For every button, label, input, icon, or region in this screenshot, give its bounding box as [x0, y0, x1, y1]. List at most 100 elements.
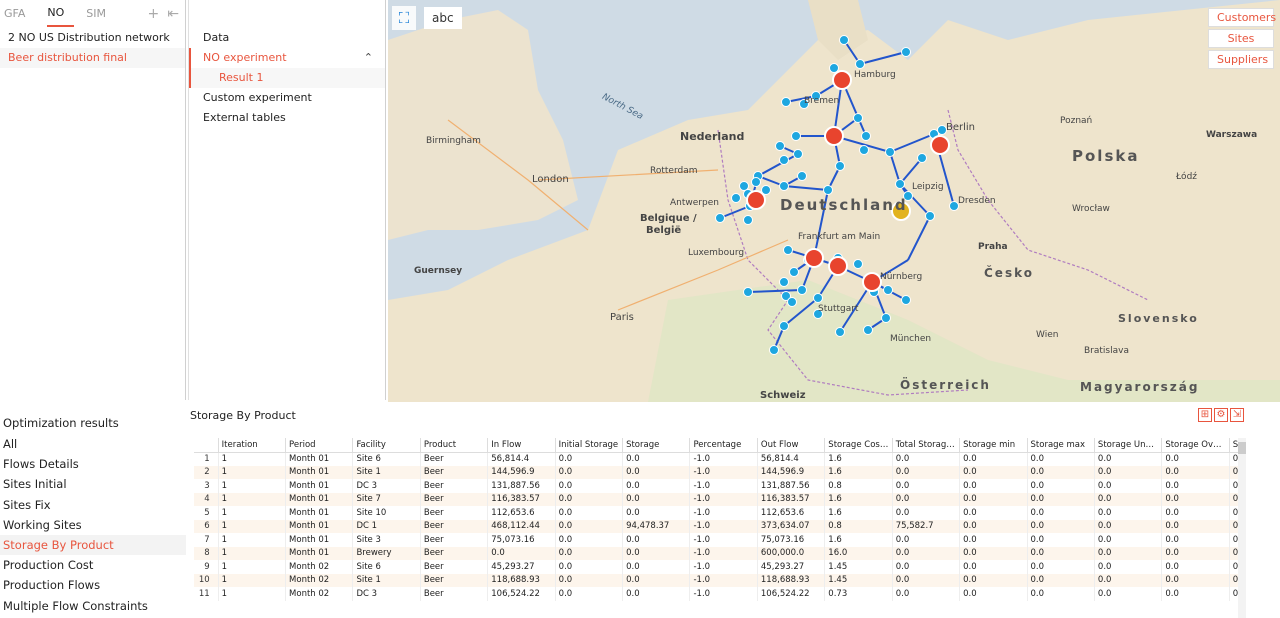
customer-node — [859, 145, 869, 155]
tree-item-external-tables[interactable]: External tables — [189, 108, 385, 128]
column-header[interactable]: Storage Over C... — [1161, 438, 1230, 453]
label-leipzig: Leipzig — [912, 182, 944, 192]
customer-node — [853, 259, 863, 269]
export-icon[interactable]: ⇲ — [1230, 408, 1244, 422]
table-cell: 0.0 — [555, 506, 624, 520]
table-cell: 0.0 — [555, 479, 624, 493]
customer-node — [715, 213, 725, 223]
table-row[interactable]: 8 1 Month 01 Brewery Beer 0.0 0.0 0.0 -1.0 600,00… — [194, 546, 1240, 560]
table-row[interactable]: 10 1 Month 02 Site 1 Beer 118,688.93 0.0 0.0 -1.… — [194, 573, 1240, 587]
table-cell: 1.6 — [824, 506, 893, 520]
nav-item-sites-fix[interactable]: Sites Fix — [0, 495, 186, 515]
column-header[interactable]: Percentage — [689, 438, 758, 453]
legend-customers-button[interactable]: Customers — [1208, 8, 1276, 27]
table-cell: 1.45 — [824, 560, 893, 574]
customer-node — [885, 147, 895, 157]
table-row[interactable]: 4 1 Month 01 Site 7 Beer 116,383.57 0.0 0.0 -1.0… — [194, 492, 1240, 506]
table-row[interactable]: 7 1 Month 01 Site 3 Beer 75,073.16 0.0 0.0 -1.0 7… — [194, 533, 1240, 547]
tab-no[interactable]: NO — [47, 1, 75, 27]
table-row[interactable]: 1 1 Month 01 Site 6 Beer 56,814.4 0.0 0.0 -1.0 56… — [194, 452, 1240, 466]
grid-view-icon[interactable]: ⊞ — [1198, 408, 1212, 422]
customer-node — [781, 97, 791, 107]
tree-item-custom-experiment[interactable]: Custom experiment — [189, 88, 385, 108]
tree-item-result-1[interactable]: Result 1 — [189, 68, 385, 88]
customer-node — [861, 131, 871, 141]
column-header[interactable]: Storage min — [959, 438, 1028, 453]
nav-item-production-flows[interactable]: Production Flows — [0, 575, 186, 595]
label-cesko: Česko — [984, 266, 1034, 280]
table-row[interactable]: 2 1 Month 01 Site 1 Beer 144,596.9 0.0 0.0 -1.0 1… — [194, 465, 1240, 479]
table-cell: 600,000.0 — [757, 546, 826, 560]
tree-item-data[interactable]: Data — [189, 28, 385, 48]
table-cell: 0.0 — [1027, 546, 1095, 560]
legend-sites-button[interactable]: Sites — [1208, 29, 1274, 48]
customer-node — [813, 293, 823, 303]
site-node — [746, 190, 766, 210]
table-cell: 1.6 — [824, 452, 893, 466]
tree-item-no-experiment[interactable]: NO experiment ⌃ — [189, 48, 385, 68]
table-cell: 0.0 — [622, 533, 691, 547]
legend-suppliers-button[interactable]: Suppliers — [1208, 50, 1274, 69]
tab-gfa[interactable]: GFA — [4, 0, 35, 28]
nav-item-sites-initial[interactable]: Sites Initial — [0, 474, 186, 494]
customer-node — [743, 215, 753, 225]
table-cell: Beer — [420, 519, 489, 533]
collapse-panel-icon[interactable]: ⇤ — [167, 6, 179, 22]
column-header[interactable] — [194, 438, 219, 453]
customer-node — [731, 193, 741, 203]
nav-item-storage-by-product[interactable]: Storage By Product — [0, 535, 186, 556]
nav-item-multiple-flow-constraints[interactable]: Multiple Flow Constraints — [0, 596, 186, 616]
settings-icon[interactable]: ⚙ — [1214, 408, 1228, 422]
column-header[interactable]: Out Flow — [757, 438, 826, 453]
customer-node — [779, 321, 789, 331]
tab-sim[interactable]: SIM — [86, 0, 116, 28]
chevron-up-icon[interactable]: ⌃ — [364, 48, 373, 68]
add-icon[interactable]: + — [148, 6, 160, 22]
nav-item-working-sites[interactable]: Working Sites — [0, 515, 186, 535]
map-view[interactable]: Deutschland Polska Nederland Belgique / … — [388, 0, 1280, 402]
table-cell: -1.0 — [689, 452, 758, 466]
table-cell: Site 3 — [352, 533, 421, 547]
vertical-scrollbar[interactable] — [1238, 438, 1246, 618]
column-header[interactable]: Facility — [352, 438, 421, 453]
column-header[interactable]: Iteration — [218, 438, 287, 453]
column-header[interactable]: Storage Under ... — [1094, 438, 1163, 453]
toggle-labels-button[interactable]: abc — [424, 7, 462, 29]
table-row[interactable]: 9 1 Month 02 Site 6 Beer 45,293.27 0.0 0.0 -1.0 4… — [194, 560, 1240, 574]
label-poznan: Poznań — [1060, 116, 1093, 126]
column-header[interactable]: Period — [285, 438, 354, 453]
row-number: 2 — [194, 465, 219, 479]
customer-node — [789, 267, 799, 277]
nav-item-flows-details[interactable]: Flows Details — [0, 454, 186, 474]
table-row[interactable]: 5 1 Month 01 Site 10 Beer 112,653.6 0.0 0.0 -1.0… — [194, 506, 1240, 520]
experiment-tree: Data NO experiment ⌃ Result 1 Custom exp… — [188, 0, 386, 400]
table-cell: 0.0 — [892, 560, 961, 574]
table-cell: 0.0 — [1027, 492, 1095, 506]
row-number: 10 — [194, 573, 219, 587]
project-item-beer-distribution[interactable]: Beer distribution final — [0, 48, 185, 68]
nav-item-production-cost[interactable]: Production Cost — [0, 555, 186, 575]
project-item-us-network[interactable]: 2 NO US Distribution network — [0, 28, 185, 48]
customer-node — [783, 245, 793, 255]
column-header[interactable]: In Flow — [487, 438, 556, 453]
customer-node — [925, 211, 935, 221]
column-header[interactable]: Storage max — [1027, 438, 1095, 453]
table-cell: 0.0 — [555, 546, 624, 560]
table-cell: 45,293.27 — [757, 560, 826, 574]
table-cell: -1.0 — [689, 560, 758, 574]
column-header[interactable]: Storage — [622, 438, 691, 453]
column-header[interactable]: Initial Storage — [555, 438, 624, 453]
scroll-thumb[interactable] — [1238, 442, 1246, 454]
table-row[interactable]: 11 1 Month 02 DC 3 Beer 106,524.22 0.0 0.0 -1.0 1… — [194, 587, 1240, 601]
table-row[interactable]: 6 1 Month 01 DC 1 Beer 468,112.44 0.0 94,478.37… — [194, 519, 1240, 533]
label-dresden: Dresden — [958, 196, 996, 206]
table-row[interactable]: 3 1 Month 01 DC 3 Beer 131,887.56 0.0 0.0 -1.0 13… — [194, 479, 1240, 493]
column-header[interactable]: Storage Cost, ... — [824, 438, 893, 453]
column-header[interactable]: Product — [420, 438, 489, 453]
table-cell: 0.0 — [1027, 452, 1095, 466]
table-cell: Brewery — [352, 546, 421, 560]
label-guernsey: Guernsey — [414, 266, 463, 276]
nav-item-all[interactable]: All — [0, 434, 186, 454]
column-header[interactable]: Total Storage ... — [892, 438, 961, 453]
network-layout-icon[interactable]: ⛶ — [392, 6, 416, 30]
